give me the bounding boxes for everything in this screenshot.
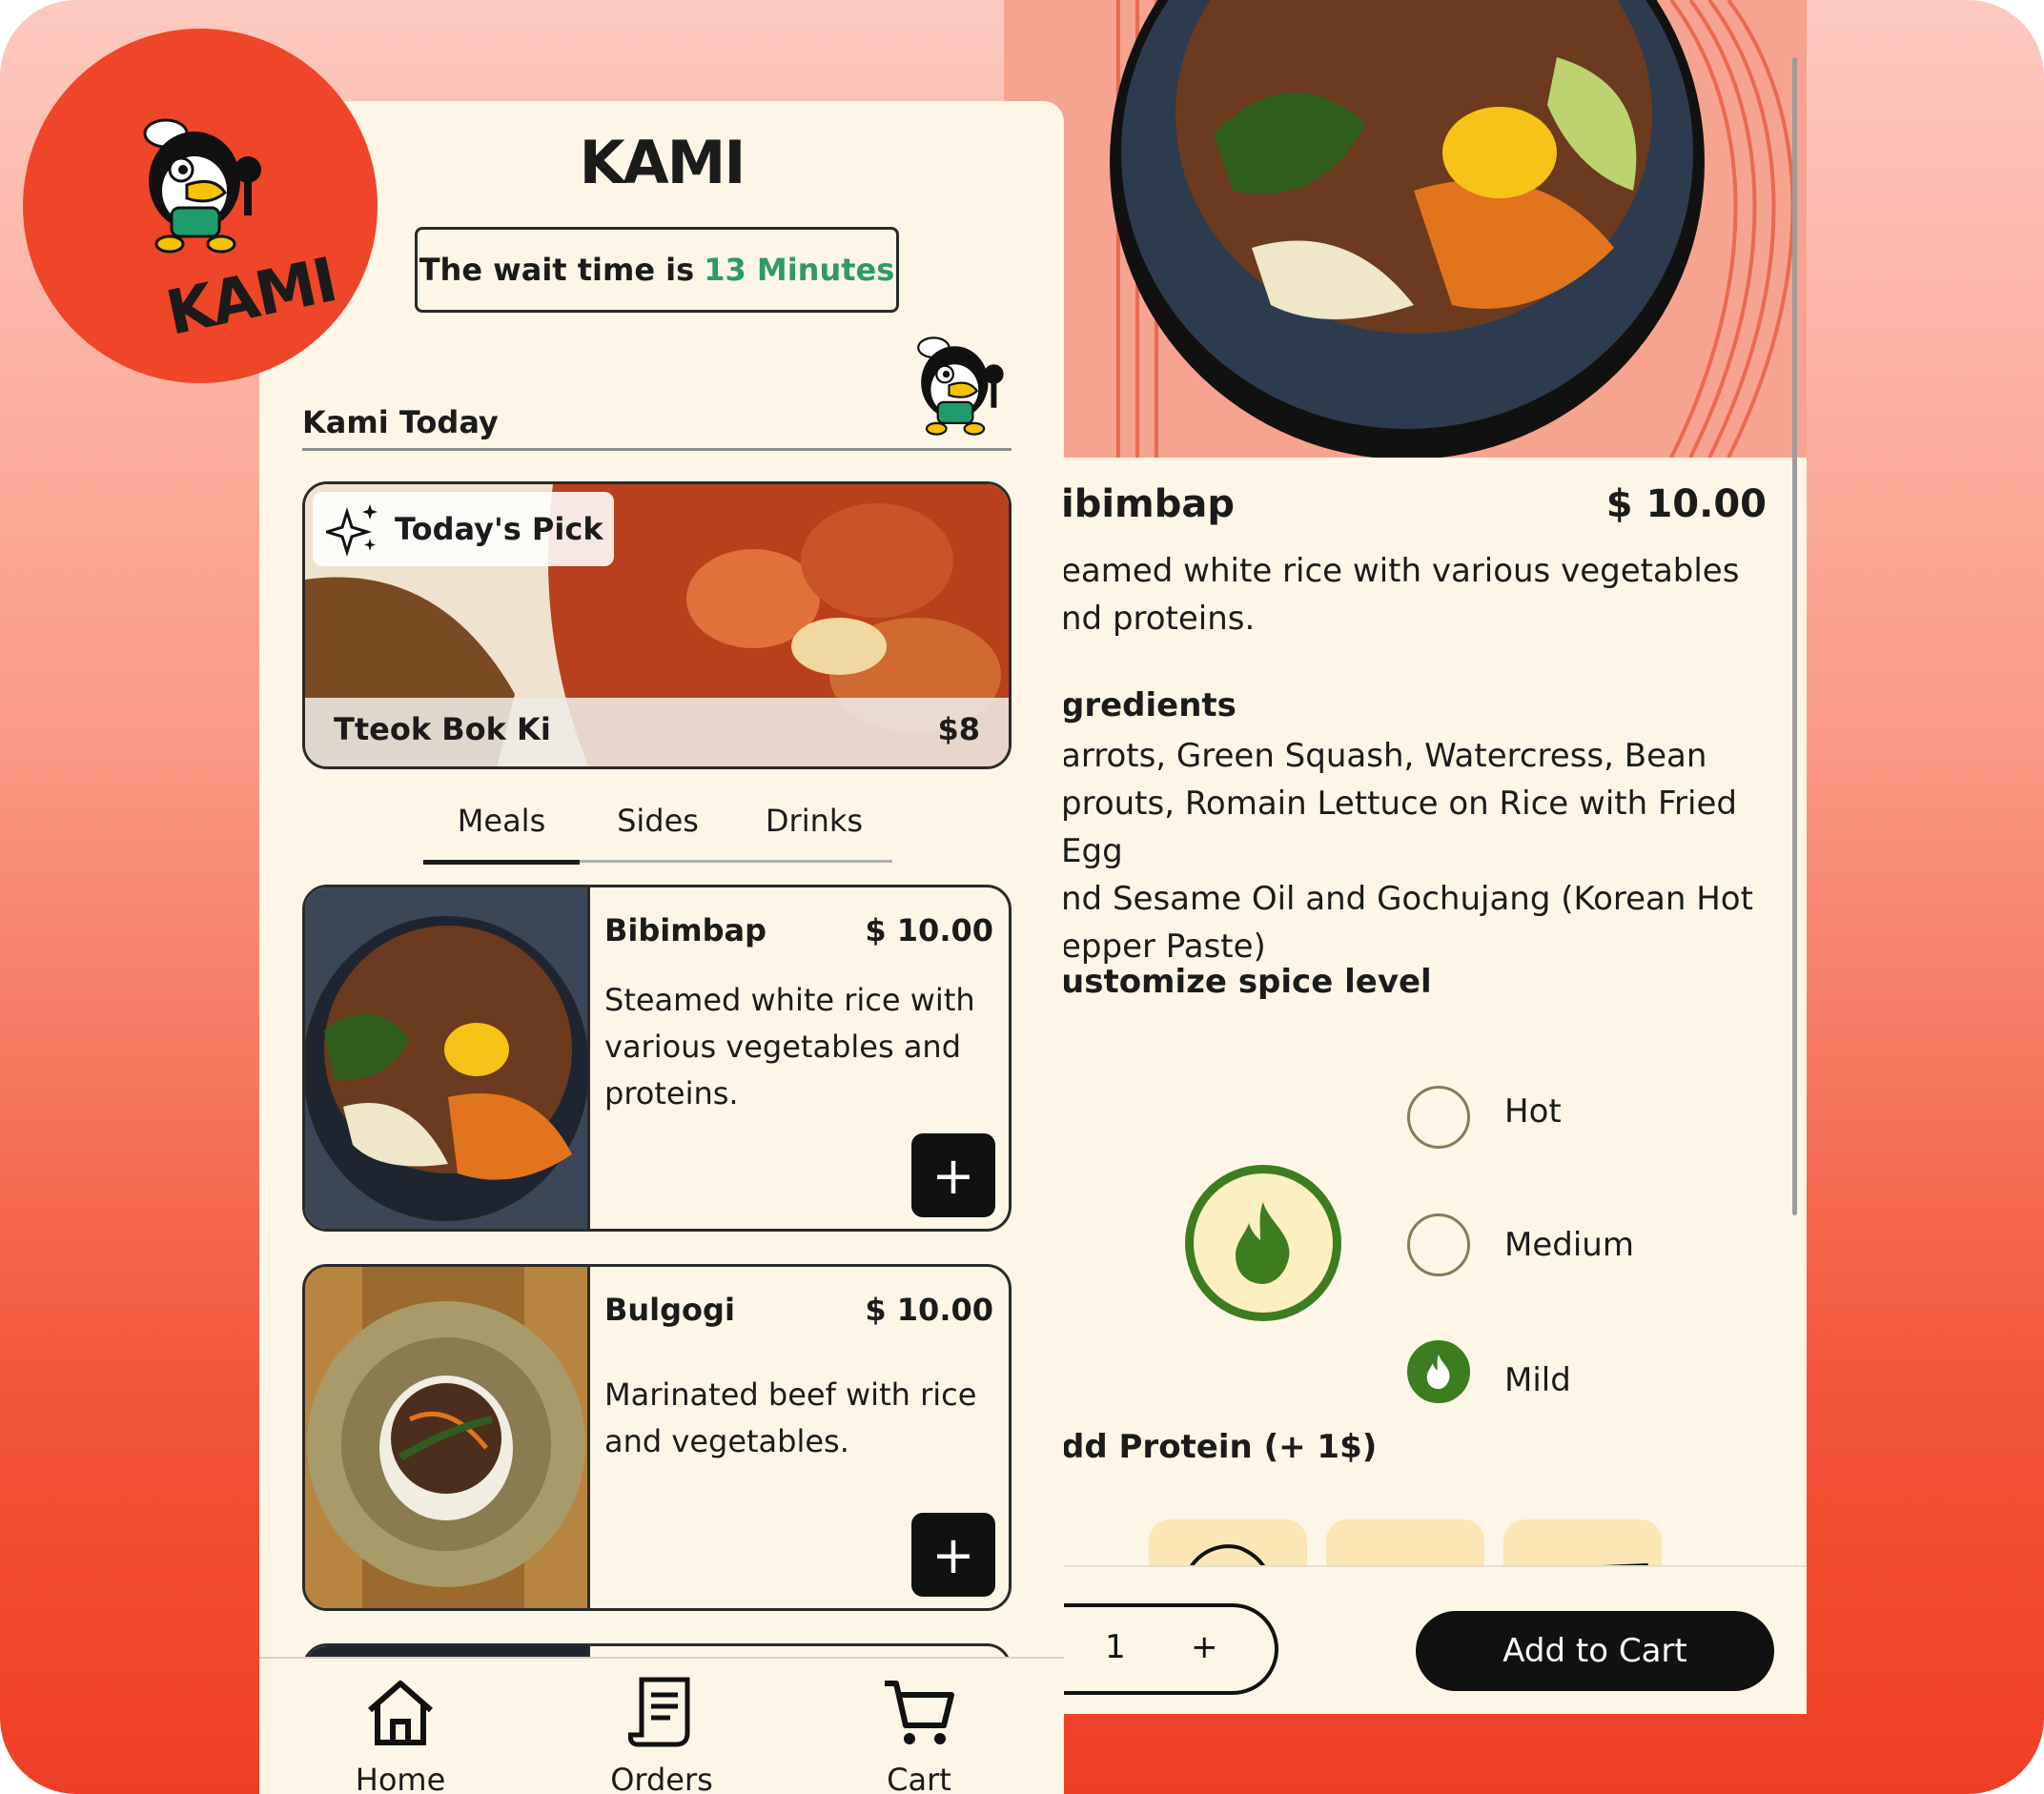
kami-today-heading: Kami Today: [302, 404, 499, 440]
todays-pick-card[interactable]: Today's Pick Tteok Bok Ki $8: [302, 481, 1012, 769]
detail-item-price: $ 10.00: [1605, 482, 1767, 526]
showcase-canvas: KAMI ibimbap $ 10.00 eamed white rice wi…: [0, 0, 2044, 1794]
ingredients-list: arrots, Green Squash, Watercress, Bean p…: [1061, 737, 1753, 966]
bibimbap-image: [305, 887, 590, 1229]
wait-time-value: 13 Minutes: [704, 252, 895, 288]
spice-radio-hot[interactable]: [1407, 1086, 1470, 1149]
receipt-icon: [628, 1677, 690, 1747]
quantity-plus-button[interactable]: +: [1191, 1628, 1218, 1666]
wait-time-banner: The wait time is 13 Minutes: [415, 227, 899, 313]
bibimbap-hero-image: [1110, 0, 1795, 458]
brand-badge: KAMI: [23, 29, 378, 383]
menu-item-name: Bulgogi: [604, 1292, 735, 1328]
add-to-cart-button[interactable]: Add to Cart: [1416, 1611, 1774, 1691]
todays-pick-badge: Today's Pick: [313, 492, 614, 566]
nav-orders-label: Orders: [610, 1762, 713, 1794]
menu-item-bulgogi[interactable]: Bulgogi $ 10.00 Marinated beef with rice…: [302, 1264, 1012, 1611]
nav-home-label: Home: [355, 1762, 446, 1794]
item-detail-screen: ibimbap $ 10.00 eamed white rice with va…: [1004, 0, 1807, 1714]
ingredients-heading: gredients: [1061, 686, 1237, 724]
menu-item-description: Steamed white rice with various vegetabl…: [604, 982, 975, 1111]
menu-item-price: $ 10.00: [865, 912, 993, 948]
menu-screen: KAMI The wait time is 13 Minutes Kami To…: [259, 101, 1064, 1794]
nav-cart[interactable]: Cart: [824, 1659, 1014, 1794]
todays-pick-info-bar: Tteok Bok Ki $8: [305, 698, 1009, 766]
todays-pick-label: Today's Pick: [395, 511, 603, 547]
menu-item-price: $ 10.00: [865, 1292, 993, 1328]
detail-hero: [1004, 0, 1807, 458]
penguin-mascot-icon: [917, 336, 1004, 436]
detail-item-name: ibimbap: [1061, 482, 1235, 526]
menu-item-description: Marinated beef with rice and vegetables.: [604, 1376, 977, 1459]
menu-category-tabs: Meals Sides Drinks: [423, 803, 892, 865]
sparkle-icon: [326, 504, 378, 558]
tab-sides[interactable]: Sides: [580, 803, 736, 860]
detail-scrollbar[interactable]: [1792, 57, 1797, 1215]
spice-radio-medium[interactable]: [1407, 1213, 1470, 1276]
nav-home[interactable]: Home: [297, 1659, 503, 1794]
flame-icon: [1426, 1354, 1450, 1390]
nav-orders[interactable]: Orders: [559, 1659, 765, 1794]
penguin-mascot-icon: [143, 118, 261, 254]
bottom-navigation: Home Orders Cart: [259, 1657, 1064, 1794]
spice-label-hot: Hot: [1504, 1092, 1562, 1131]
detail-footer: - 1 + Add to Cart: [1004, 1565, 1807, 1714]
bulgogi-image: [305, 1267, 590, 1608]
tab-meals[interactable]: Meals: [423, 803, 580, 865]
menu-item-name: Bibimbap: [604, 912, 766, 948]
menu-item-bibimbap[interactable]: Bibimbap $ 10.00 Steamed white rice with…: [302, 885, 1012, 1232]
spice-label-medium: Medium: [1504, 1226, 1634, 1264]
brand-wordmark: KAMI: [160, 245, 342, 350]
bibimbap-photo: [305, 887, 587, 1229]
spice-level-indicator: [1185, 1165, 1341, 1321]
home-icon: [368, 1681, 433, 1745]
detail-item-description: eamed white rice with various vegetables…: [1061, 552, 1740, 638]
spice-radio-mild[interactable]: [1407, 1340, 1470, 1403]
tab-drinks[interactable]: Drinks: [736, 803, 892, 860]
section-divider: [302, 448, 1012, 451]
flame-icon: [1236, 1202, 1290, 1284]
add-bulgogi-button[interactable]: +: [911, 1513, 995, 1597]
spice-label-mild: Mild: [1504, 1361, 1571, 1399]
quantity-value: 1: [1105, 1628, 1126, 1666]
todays-pick-price: $8: [937, 711, 980, 747]
add-bibimbap-button[interactable]: +: [911, 1133, 995, 1217]
spice-level-heading: ustomize spice level: [1061, 963, 1432, 1001]
add-protein-heading: dd Protein (+ 1$): [1061, 1428, 1378, 1466]
todays-pick-name: Tteok Bok Ki: [334, 711, 551, 747]
cart-icon: [885, 1681, 954, 1744]
app-logo: KAMI: [579, 128, 746, 197]
wait-time-prefix: The wait time is: [419, 252, 695, 288]
nav-cart-label: Cart: [887, 1762, 951, 1794]
bulgogi-photo: [305, 1267, 587, 1608]
